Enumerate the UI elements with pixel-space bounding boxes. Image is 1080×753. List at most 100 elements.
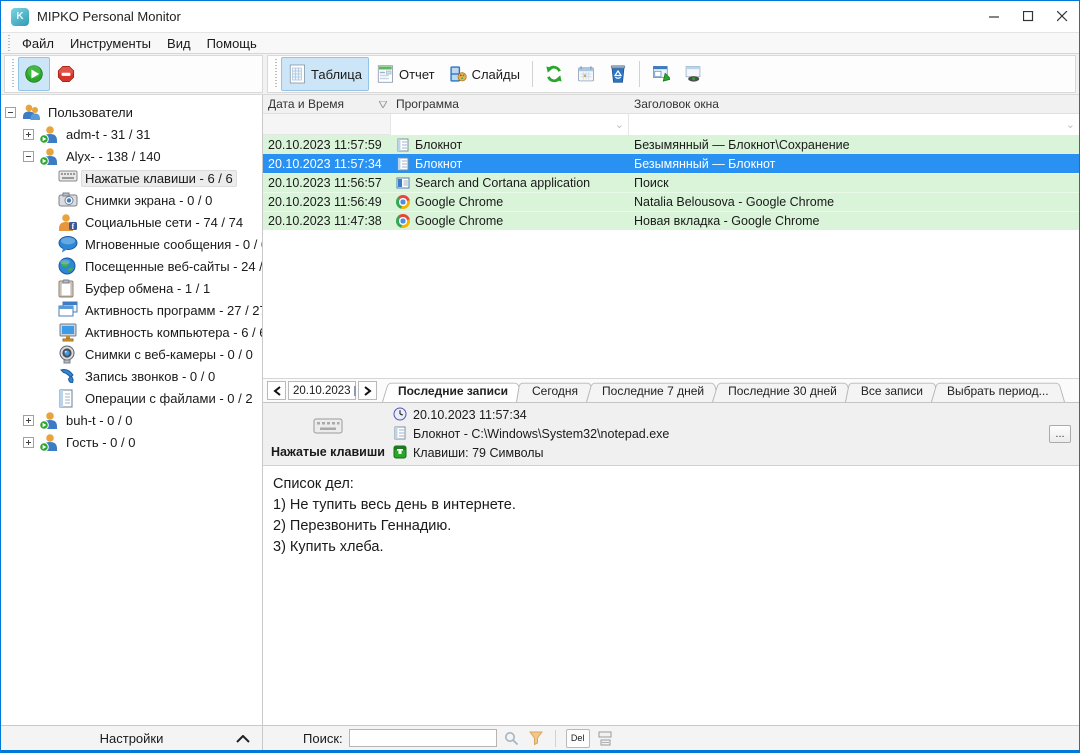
filter-title-combo[interactable]: ⌄ — [629, 114, 1079, 135]
column-header-datetime[interactable]: Дата и Время — [263, 97, 391, 111]
table-row-selected[interactable]: 20.10.2023 11:57:34 Блокнот Безымянный —… — [263, 154, 1079, 173]
table-row[interactable]: 20.10.2023 11:57:59 Блокнот Безымянный —… — [263, 135, 1079, 154]
tree-item-adm-t[interactable]: adm-t - 31 / 31 — [1, 123, 262, 145]
delete-records-button[interactable] — [602, 57, 634, 91]
collapse-icon[interactable] — [23, 151, 34, 162]
cell-program: Блокнот — [415, 157, 462, 171]
prev-day-button[interactable] — [267, 381, 286, 400]
tree-item-file-operations[interactable]: Операции с файлами - 0 / 2 — [1, 387, 262, 409]
tree-item-users-root[interactable]: Пользователи — [1, 101, 262, 123]
collapse-icon[interactable] — [5, 107, 16, 118]
filter-funnel-icon[interactable] — [527, 729, 545, 747]
settings-toggle[interactable]: Настройки — [1, 725, 262, 750]
tab-last-30-days[interactable]: Последние 30 дней — [716, 379, 849, 402]
tree-item-program-activity[interactable]: Активность программ - 27 / 27 — [1, 299, 262, 321]
tree-label: Активность программ - 27 / 27 — [81, 302, 262, 319]
globe-icon — [58, 257, 76, 275]
cell-window-title: Новая вкладка - Google Chrome — [629, 214, 1079, 228]
filter-datetime[interactable] — [263, 114, 391, 135]
start-monitoring-button[interactable] — [18, 57, 50, 91]
menu-tools[interactable]: Инструменты — [62, 34, 159, 53]
tree-item-websites[interactable]: Посещенные веб-сайты - 24 / 24 — [1, 255, 262, 277]
preview-button[interactable] — [677, 57, 709, 91]
tree-item-computer-activity[interactable]: Активность компьютера - 6 / 6 — [1, 321, 262, 343]
filter-program-combo[interactable]: ⌄ — [391, 114, 629, 135]
keys-view-icon[interactable] — [596, 729, 614, 747]
expand-icon[interactable] — [23, 129, 34, 140]
stop-monitoring-button[interactable] — [50, 57, 82, 91]
tree-item-keystrokes[interactable]: Нажатые клавиши - 6 / 6 — [1, 167, 262, 189]
date-picker[interactable]: 20.10.2023 ▼ — [288, 381, 356, 400]
cell-datetime: 20.10.2023 11:57:59 — [263, 138, 391, 152]
users-icon — [21, 103, 39, 121]
column-header-window-title[interactable]: Заголовок окна — [629, 97, 1079, 111]
tab-today[interactable]: Сегодня — [520, 379, 590, 402]
period-tabbar: 20.10.2023 ▼ Последние записи Сегодня По… — [263, 378, 1079, 403]
slides-view-button[interactable]: Слайды — [442, 57, 527, 91]
report-view-button[interactable]: Отчет — [369, 57, 442, 91]
minimize-button[interactable] — [977, 1, 1011, 32]
cell-window-title: Natalia Belousova - Google Chrome — [629, 195, 1079, 209]
tree-item-social[interactable]: f Социальные сети - 74 / 74 — [1, 211, 262, 233]
calendar-button[interactable] — [570, 57, 602, 91]
record-type-label: Нажатые клавиши — [271, 445, 385, 459]
table-row[interactable]: 20.10.2023 11:56:49 Google Chrome Natali… — [263, 192, 1079, 211]
tree-label: Посещенные веб-сайты - 24 / 24 — [81, 258, 262, 275]
keyboard-icon — [58, 169, 76, 187]
menu-help[interactable]: Помощь — [199, 34, 265, 53]
clock-icon — [393, 407, 407, 424]
svg-text:f: f — [72, 222, 75, 231]
search-icon[interactable] — [503, 729, 521, 747]
toolbar-grip — [10, 59, 15, 89]
table-view-icon — [288, 65, 306, 83]
text-line: 2) Перезвонить Геннадию. — [273, 516, 1069, 537]
tree-item-calls[interactable]: Запись звонков - 0 / 0 — [1, 365, 262, 387]
tree-label: Активность компьютера - 6 / 6 — [81, 324, 262, 341]
del-key-button[interactable]: Del — [566, 729, 590, 748]
expand-icon[interactable] — [23, 437, 34, 448]
search-input[interactable] — [349, 729, 497, 747]
keystrokes-text: Список дел: 1) Не тупить весь день в инт… — [263, 466, 1079, 725]
user-active-icon — [39, 433, 57, 451]
tab-select-period[interactable]: Выбрать период... — [935, 379, 1061, 402]
menu-file[interactable]: Файл — [14, 34, 62, 53]
refresh-button[interactable] — [538, 57, 570, 91]
date-value: 20.10.2023 — [293, 385, 351, 397]
close-button[interactable] — [1045, 1, 1079, 32]
cell-program: Google Chrome — [415, 214, 503, 228]
table-row[interactable]: 20.10.2023 11:56:57 Search and Cortana a… — [263, 173, 1079, 192]
cell-datetime: 20.10.2023 11:56:49 — [263, 195, 391, 209]
next-day-button[interactable] — [358, 381, 377, 400]
chrome-icon — [396, 195, 410, 209]
tab-last-7-days[interactable]: Последние 7 дней — [590, 379, 716, 402]
report-view-icon — [376, 65, 394, 83]
tab-all-records[interactable]: Все записи — [849, 379, 935, 402]
tree-item-clipboard[interactable]: Буфер обмена - 1 / 1 — [1, 277, 262, 299]
column-label: Программа — [396, 97, 459, 111]
records-table: 20.10.2023 11:57:59 Блокнот Безымянный —… — [263, 135, 1079, 378]
cell-window-title: Безымянный — Блокнот — [629, 157, 1079, 171]
table-row[interactable]: 20.10.2023 11:47:38 Google Chrome Новая … — [263, 211, 1079, 230]
tree-item-webcam[interactable]: Снимки с веб-камеры - 0 / 0 — [1, 343, 262, 365]
record-type: Нажатые клавиши — [263, 403, 393, 465]
tree-item-guest[interactable]: Гость - 0 / 0 — [1, 431, 262, 453]
table-view-button[interactable]: Таблица — [281, 57, 369, 91]
search-bar: Поиск: Del — [263, 725, 1079, 750]
column-header-program[interactable]: Программа — [391, 97, 629, 111]
open-in-window-button[interactable] — [645, 57, 677, 91]
menu-view[interactable]: Вид — [159, 34, 199, 53]
windows-icon — [58, 301, 76, 319]
tree-item-alyx[interactable]: Alyx- - 138 / 140 — [1, 145, 262, 167]
tab-latest-records[interactable]: Последние записи — [386, 379, 520, 402]
more-options-button[interactable]: ... — [1049, 425, 1071, 443]
phone-icon — [58, 367, 76, 385]
tree-item-screenshots[interactable]: Снимки экрана - 0 / 0 — [1, 189, 262, 211]
tree-label: Операции с файлами - 0 / 2 — [81, 390, 257, 407]
user-active-icon — [39, 147, 57, 165]
tree-item-im[interactable]: Мгновенные сообщения - 0 / 0 — [1, 233, 262, 255]
maximize-button[interactable] — [1011, 1, 1045, 32]
expand-icon[interactable] — [23, 415, 34, 426]
camera-icon — [58, 191, 76, 209]
recycle-bin-icon — [609, 65, 627, 83]
tree-item-buh-t[interactable]: buh-t - 0 / 0 — [1, 409, 262, 431]
